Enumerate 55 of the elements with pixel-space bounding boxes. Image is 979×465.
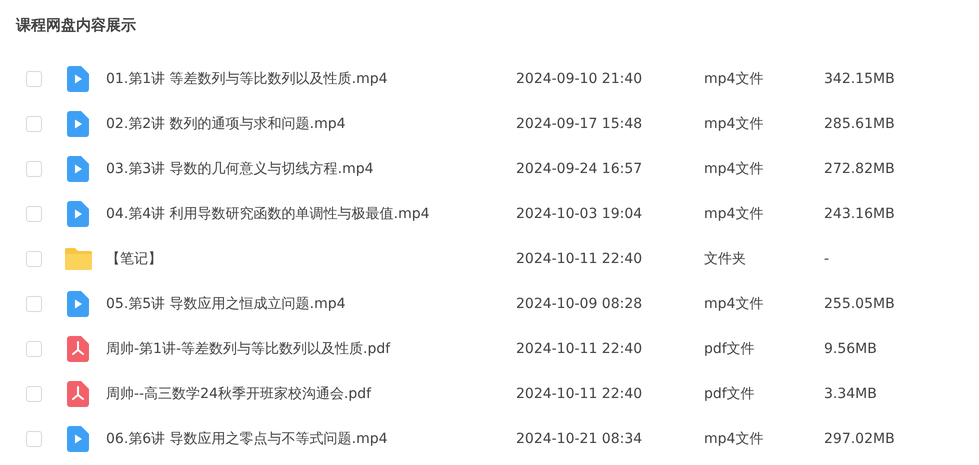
modified-date: 2024-10-21 08:34 <box>516 430 644 446</box>
file-type: mp4文件 <box>704 114 764 132</box>
file-size: 272.82MB <box>824 160 895 176</box>
checkbox[interactable] <box>26 160 42 176</box>
checkbox[interactable] <box>26 296 42 312</box>
file-name[interactable]: 02.第2讲 数列的通项与求和问题.mp4 <box>106 114 516 132</box>
file-size: - <box>824 250 830 266</box>
file-type: mp4文件 <box>704 204 764 222</box>
checkbox[interactable] <box>26 206 42 222</box>
checkbox[interactable] <box>26 116 42 132</box>
file-name[interactable]: 周帅-第1讲-等差数列与等比数列以及性质.pdf <box>106 340 516 358</box>
video-file-icon <box>67 426 89 452</box>
modified-date: 2024-10-09 08:28 <box>516 296 644 312</box>
checkbox[interactable] <box>26 250 42 266</box>
video-file-icon <box>67 200 89 226</box>
file-name[interactable]: 01.第1讲 等差数列与等比数列以及性质.mp4 <box>106 70 516 88</box>
file-type: pdf文件 <box>704 340 756 358</box>
file-name[interactable]: 周帅--高三数学24秋季开班家校沟通会.pdf <box>106 384 516 402</box>
file-size: 342.15MB <box>824 70 895 86</box>
modified-date: 2024-10-11 22:40 <box>516 386 644 402</box>
checkbox[interactable] <box>26 430 42 446</box>
folder-icon <box>64 248 92 270</box>
video-file-icon <box>67 290 89 316</box>
file-size: 3.34MB <box>824 386 877 402</box>
file-name[interactable]: 06.第6讲 导数应用之零点与不等式问题.mp4 <box>106 430 516 448</box>
checkbox[interactable] <box>26 386 42 402</box>
file-type: mp4文件 <box>704 294 764 312</box>
file-size: 9.56MB <box>824 340 877 356</box>
file-type: 文件夹 <box>704 250 747 268</box>
file-type: mp4文件 <box>704 160 764 178</box>
file-name[interactable]: 05.第5讲 导数应用之恒成立问题.mp4 <box>106 294 516 312</box>
modified-date: 2024-10-11 22:40 <box>516 340 644 356</box>
modified-date: 2024-10-03 19:04 <box>516 206 644 222</box>
file-type: pdf文件 <box>704 384 756 402</box>
file-size: 285.61MB <box>824 116 895 132</box>
pdf-file-icon <box>67 380 89 406</box>
video-file-icon <box>67 156 89 182</box>
file-size: 255.05MB <box>824 296 895 312</box>
modified-date: 2024-09-24 16:57 <box>516 160 644 176</box>
file-name[interactable]: 【笔记】 <box>106 250 516 268</box>
video-file-icon <box>67 66 89 92</box>
file-name[interactable]: 03.第3讲 导数的几何意义与切线方程.mp4 <box>106 160 516 178</box>
pdf-file-icon <box>67 336 89 362</box>
modified-date: 2024-09-17 15:48 <box>516 116 644 132</box>
video-file-icon <box>67 110 89 136</box>
file-type: mp4文件 <box>704 70 764 88</box>
file-type: mp4文件 <box>704 430 764 448</box>
modified-date: 2024-09-10 21:40 <box>516 70 644 86</box>
checkbox[interactable] <box>26 70 42 86</box>
checkbox[interactable] <box>26 340 42 356</box>
file-size: 243.16MB <box>824 206 895 222</box>
page-title: 课程网盘内容展示 <box>16 15 137 36</box>
file-size: 297.02MB <box>824 430 895 446</box>
file-name[interactable]: 04.第4讲 利用导数研究函数的单调性与极最值.mp4 <box>106 204 516 222</box>
modified-date: 2024-10-11 22:40 <box>516 250 644 266</box>
